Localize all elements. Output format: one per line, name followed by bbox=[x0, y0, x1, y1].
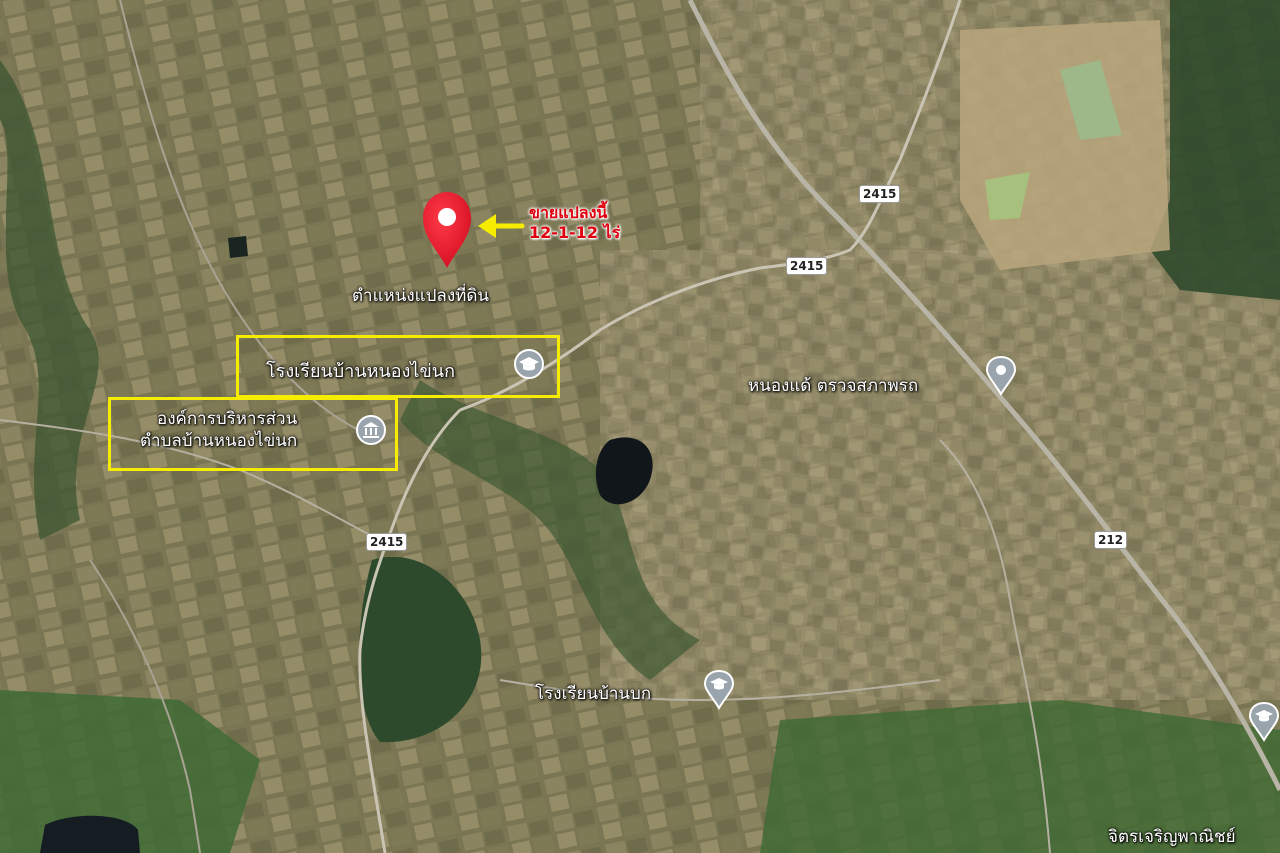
listing-annotation: ขายแปลงนี้ 12-1-12 ไร่ bbox=[529, 203, 620, 243]
place-label-sao-line1: องค์การบริหารส่วน bbox=[156, 409, 298, 429]
place-label-vehicle-inspection[interactable]: หนองแด้ ตรวจสภาพรถ bbox=[748, 372, 918, 399]
terrain-fields-east bbox=[600, 250, 1280, 700]
place-label-chit-charoen[interactable]: จิตรเจริญพาณิชย์ bbox=[1108, 823, 1236, 850]
place-label-sao[interactable]: องค์การบริหารส่วน ตำบลบ้านหนองไข่นก bbox=[140, 408, 297, 452]
road-shield-212: 212 bbox=[1095, 532, 1127, 548]
school-icon[interactable] bbox=[514, 349, 544, 379]
pin-label: ตำแหน่งแปลงที่ดิน bbox=[352, 286, 490, 306]
listing-annotation-line1: ขายแปลงนี้ bbox=[529, 203, 608, 222]
road-shield-2415-middle: 2415 bbox=[787, 258, 827, 274]
road-shield-2415-south: 2415 bbox=[367, 534, 407, 550]
pond-northwest bbox=[228, 236, 248, 258]
pond-southwest bbox=[40, 815, 140, 853]
school-icon[interactable] bbox=[1248, 701, 1280, 742]
school-icon[interactable] bbox=[703, 669, 735, 710]
place-label-school-ban-bok[interactable]: โรงเรียนบ้านบก bbox=[535, 680, 651, 707]
pin-icon[interactable] bbox=[985, 355, 1017, 396]
government-building-icon[interactable] bbox=[356, 415, 386, 445]
listing-annotation-line2: 12-1-12 ไร่ bbox=[529, 223, 621, 242]
place-label-sao-line2: ตำบลบ้านหนองไข่นก bbox=[140, 431, 298, 451]
quarry-area bbox=[960, 20, 1170, 270]
place-label-school-nong-khai-nok[interactable]: โรงเรียนบ้านหนองไข่นก bbox=[266, 356, 455, 385]
road-shield-2415-north: 2415 bbox=[860, 186, 900, 202]
